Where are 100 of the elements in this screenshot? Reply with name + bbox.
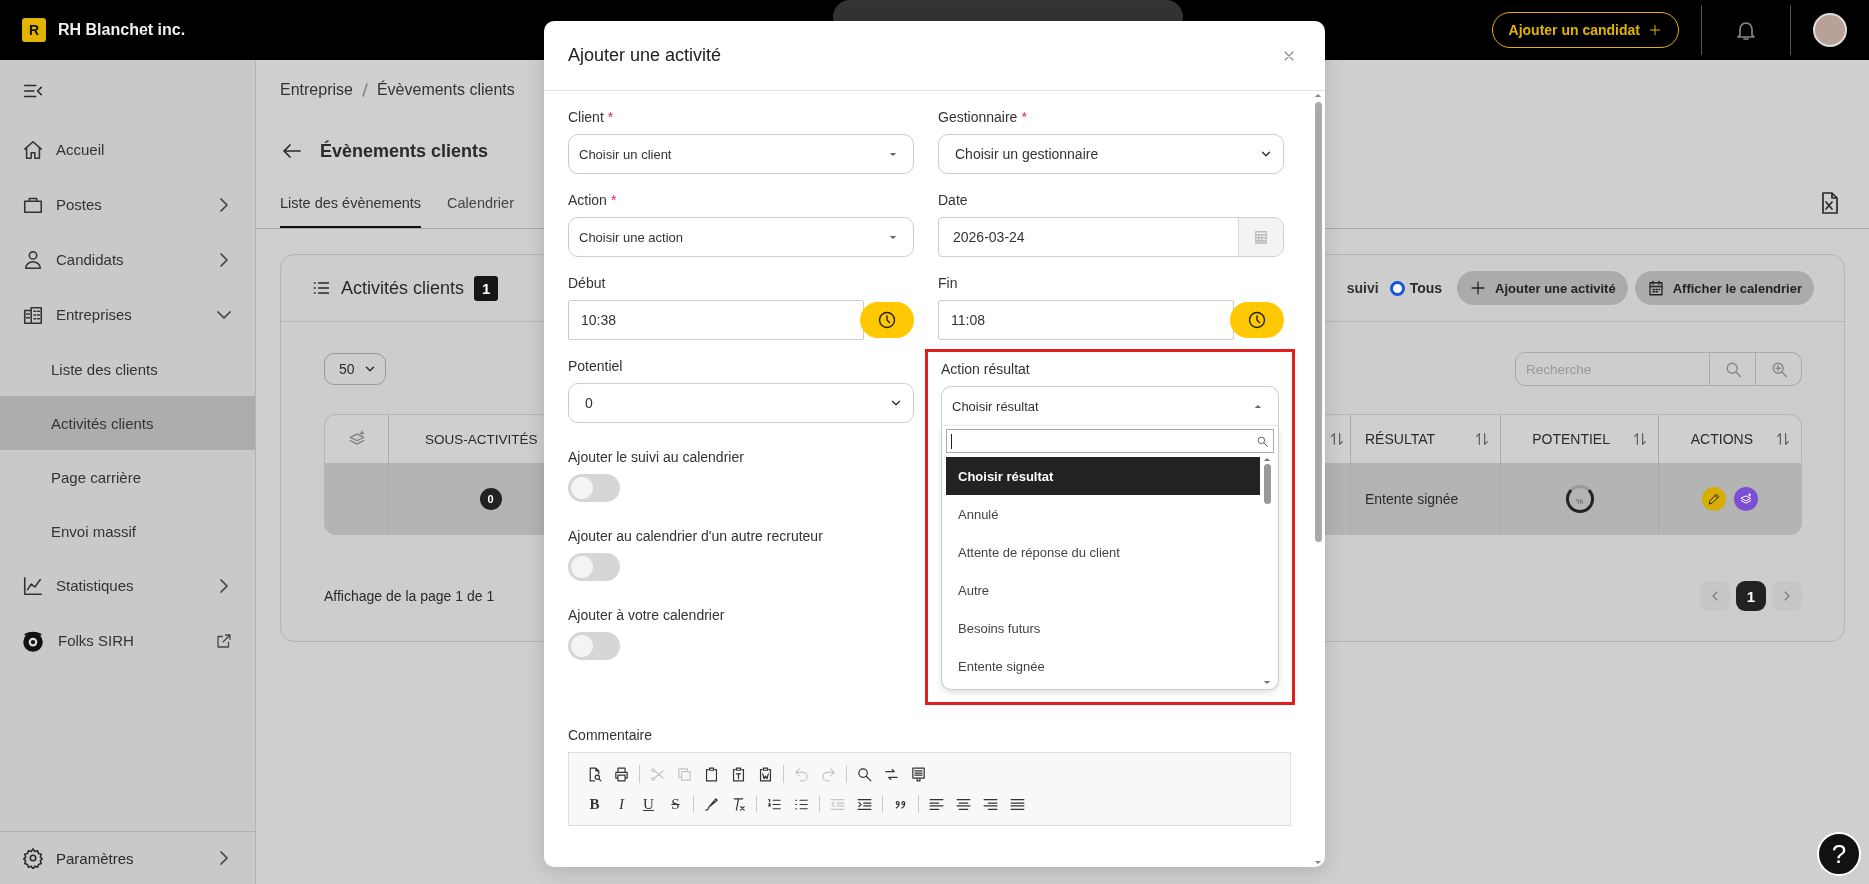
sub-activity-count: 0 xyxy=(479,488,502,510)
field-label: Fin xyxy=(938,275,959,291)
undo-icon xyxy=(793,765,810,783)
date-field[interactable]: 2026-03-24 xyxy=(938,217,1284,257)
field-label: Gestionnaire * xyxy=(938,109,1028,125)
sidebar-item[interactable]: Statistiques xyxy=(0,558,255,613)
modal-title: Ajouter une activité xyxy=(568,45,722,66)
breadcrumb-link[interactable]: Évèvements clients xyxy=(376,81,515,99)
clock-button[interactable] xyxy=(1230,302,1284,338)
scroll-down-icon[interactable] xyxy=(1314,860,1322,865)
card-title: Activités clients xyxy=(341,277,465,299)
dropdown-option[interactable]: Besoins futurs xyxy=(946,609,1260,647)
toggle-label: Ajouter à votre calendrier xyxy=(568,607,726,623)
sidebar-item[interactable]: Paramètres xyxy=(0,831,255,884)
calendar-icon xyxy=(1646,279,1665,297)
format-button[interactable]: U xyxy=(635,791,662,817)
toggle-label: Ajouter le suivi au calendrier xyxy=(568,449,745,465)
time-field[interactable]: 11:08 xyxy=(938,300,1234,340)
select-field[interactable]: Choisir résultat xyxy=(941,386,1279,426)
company-name: RH Blanchet inc. xyxy=(58,21,186,39)
line-chart-icon xyxy=(22,574,44,597)
sidebar-subitem[interactable]: Page carrière xyxy=(0,450,255,504)
field-label: Date xyxy=(938,192,969,208)
format-button[interactable]: B xyxy=(581,791,608,817)
copy-icon xyxy=(676,765,693,783)
field-label: Commentaire xyxy=(568,727,654,743)
pagination-info: Affichage de la page 1 de 1 xyxy=(324,588,495,604)
person-icon xyxy=(22,248,44,271)
layers-icon xyxy=(1739,492,1753,506)
scroll-up-icon[interactable] xyxy=(1314,93,1322,98)
dropdown-search-field[interactable] xyxy=(946,429,1274,453)
sort-icon[interactable] xyxy=(1632,431,1648,447)
select-field[interactable]: Choisir une action xyxy=(568,217,914,257)
toggle-switch[interactable] xyxy=(568,474,620,502)
select-field[interactable]: Choisir un gestionnaire xyxy=(938,134,1284,174)
breadcrumb-link[interactable]: Entreprise xyxy=(280,81,353,99)
dropdown-option[interactable]: Annulé xyxy=(946,495,1260,533)
clipboard-text-icon xyxy=(730,765,747,783)
format-button[interactable]: I xyxy=(608,791,635,817)
tab[interactable]: Liste des évènements xyxy=(280,176,422,228)
pencil-icon xyxy=(1707,492,1721,506)
help-button[interactable]: ? xyxy=(1817,832,1861,876)
sidebar-subitem[interactable]: Liste des clients xyxy=(0,342,255,396)
sort-icon[interactable] xyxy=(1775,431,1791,447)
sidebar-item[interactable]: Postes xyxy=(0,177,255,232)
filter-radio[interactable]: Tous xyxy=(1389,280,1443,296)
format-button[interactable]: S xyxy=(662,791,689,817)
clipboard-icon xyxy=(703,765,720,783)
clock-icon xyxy=(877,310,897,330)
search-icon xyxy=(856,765,873,783)
settings-icon xyxy=(22,847,44,869)
caret-icon xyxy=(889,234,897,240)
dropdown-option[interactable]: Entente signée xyxy=(946,647,1260,685)
caret-icon xyxy=(889,151,897,157)
logo-icon: R xyxy=(22,18,46,42)
breadcrumb-separator-icon xyxy=(360,82,369,98)
add-activity-button[interactable]: Ajouter une activité xyxy=(1457,271,1628,305)
dropdown-option[interactable]: Attente de réponse du client xyxy=(946,533,1260,571)
scissors-icon xyxy=(649,765,666,783)
sort-icon[interactable] xyxy=(1474,431,1490,447)
caret-icon xyxy=(1254,403,1262,409)
show-calendar-button[interactable]: Afficher le calendrier xyxy=(1634,271,1814,305)
time-field[interactable]: 10:38 xyxy=(568,300,864,340)
sidebar-item[interactable]: Folks SIRH xyxy=(0,613,255,668)
scrollbar-thumb[interactable] xyxy=(1263,464,1271,504)
edit-button[interactable] xyxy=(1702,487,1726,511)
clock-button[interactable] xyxy=(860,302,914,338)
toggle-label: Ajouter au calendrier d'un autre recruteur xyxy=(568,528,824,544)
dropdown-option[interactable]: Choisir résultat xyxy=(946,457,1260,495)
avatar[interactable] xyxy=(1813,13,1847,47)
dropdown-option[interactable]: Autre xyxy=(946,571,1260,609)
select-field[interactable]: Choisir un client xyxy=(568,134,914,174)
page-button[interactable]: 1 xyxy=(1736,581,1766,611)
select-field[interactable]: 0 xyxy=(568,383,914,423)
brush-icon xyxy=(703,795,720,813)
sub-activity-button[interactable] xyxy=(1734,487,1758,511)
sidebar-item[interactable]: Entreprises xyxy=(0,287,255,342)
table-header-cell[interactable]: SOUS-ACTIVITÉS xyxy=(389,415,544,463)
count-badge: 1 xyxy=(474,275,499,301)
sidebar-item[interactable]: Accueil xyxy=(0,122,255,177)
field-label: Client * xyxy=(568,109,615,125)
sort-icon[interactable] xyxy=(1328,431,1345,447)
clock-icon xyxy=(1247,310,1267,330)
table-header-cell[interactable]: ACTIONS xyxy=(1659,415,1801,463)
scrollbar-thumb[interactable] xyxy=(1314,102,1322,542)
search-icon xyxy=(1256,434,1269,448)
sidebar-subitem[interactable]: Envoi massif xyxy=(0,504,255,558)
redo-icon xyxy=(820,765,837,783)
toggle-switch[interactable] xyxy=(568,553,620,581)
scroll-up-icon[interactable] xyxy=(1263,457,1271,462)
external-link-icon xyxy=(215,631,233,650)
sidebar-item[interactable]: Candidats xyxy=(0,232,255,287)
home-icon xyxy=(22,138,44,161)
sidebar-subitem[interactable]: Activités clients xyxy=(0,396,255,450)
scroll-down-icon[interactable] xyxy=(1263,680,1271,685)
per-page-select[interactable]: 50 xyxy=(324,353,386,385)
printer-icon xyxy=(613,765,630,783)
column-title: POTENTIEL xyxy=(1532,431,1610,447)
tab[interactable]: Calendrier xyxy=(447,176,514,228)
toggle-switch[interactable] xyxy=(568,632,620,660)
